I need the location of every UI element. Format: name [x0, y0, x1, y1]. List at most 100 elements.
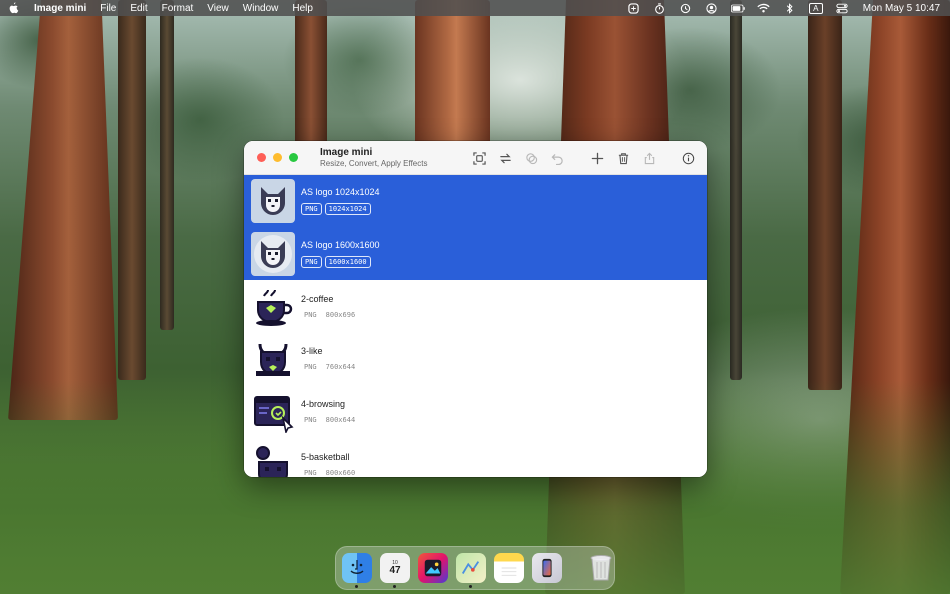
- effects-button[interactable]: [524, 151, 538, 165]
- image-badges: PNG 800x644: [301, 415, 358, 425]
- resize-icon: [472, 151, 486, 165]
- image-row[interactable]: 5-basketball PNG 800x660: [244, 438, 707, 477]
- image-info: 3-like PNG 760x644: [301, 346, 358, 372]
- window-title-block: Image mini Resize, Convert, Apply Effect…: [320, 147, 427, 169]
- image-info: 2-coffee PNG 800x696: [301, 294, 358, 320]
- minimize-window-button[interactable]: [273, 153, 282, 162]
- info-button[interactable]: [681, 151, 695, 165]
- effects-icon: [525, 152, 537, 164]
- finder-icon: [350, 560, 364, 574]
- image-info: AS logo 1600x1600 PNG 1600x1600: [301, 240, 380, 269]
- input-source-indicator[interactable]: A: [808, 2, 823, 14]
- image-row[interactable]: AS logo 1024x1024 PNG 1024x1024: [244, 175, 707, 228]
- image-list: AS logo 1024x1024 PNG 1024x1024 AS logo …: [244, 175, 707, 477]
- convert-icon: [499, 153, 511, 163]
- dock: 10 47: [335, 546, 615, 590]
- image-row[interactable]: 3-like PNG 760x644: [244, 333, 707, 386]
- menu-format[interactable]: Format: [162, 3, 194, 14]
- image-row[interactable]: AS logo 1600x1600 PNG 1600x1600: [244, 227, 707, 281]
- image-thumbnail: [251, 337, 295, 381]
- browsing-window-icon: [254, 396, 294, 434]
- menu-edit[interactable]: Edit: [130, 3, 147, 14]
- window-subtitle: Resize, Convert, Apply Effects: [320, 158, 428, 168]
- convert-button[interactable]: [498, 151, 512, 165]
- menu-window[interactable]: Window: [243, 3, 279, 14]
- control-center-icon[interactable]: [835, 2, 849, 14]
- maps-icon: [461, 561, 480, 574]
- close-window-button[interactable]: [257, 153, 266, 162]
- image-name: 4-browsing: [301, 399, 346, 410]
- image-row[interactable]: 2-coffee PNG 800x696: [244, 280, 707, 334]
- battery-icon[interactable]: [730, 2, 745, 14]
- dock-notes[interactable]: [494, 553, 524, 583]
- dock-trash[interactable]: [586, 553, 616, 583]
- window-controls: [257, 153, 298, 162]
- wallpaper-trunk: [808, 0, 842, 390]
- menu-bar: Image mini File Edit Format View Window …: [0, 0, 950, 16]
- delete-image-button[interactable]: [616, 151, 630, 165]
- running-indicator: [469, 585, 472, 588]
- dock-calendar[interactable]: 10 47: [380, 553, 410, 588]
- image-name: 2-coffee: [301, 293, 334, 304]
- dock-finder[interactable]: [342, 553, 372, 588]
- wifi-icon[interactable]: [757, 2, 771, 14]
- image-name: 5-basketball: [301, 451, 350, 462]
- menu-help[interactable]: Help: [292, 3, 313, 14]
- menu-view[interactable]: View: [207, 3, 229, 14]
- dock-maps[interactable]: [456, 553, 486, 588]
- image-badges: PNG 800x660: [301, 468, 358, 477]
- running-indicator: [393, 585, 396, 588]
- image-thumbnail: [251, 443, 295, 477]
- bluetooth-icon[interactable]: [783, 2, 797, 14]
- undo-button[interactable]: [550, 151, 564, 165]
- format-badge: PNG: [301, 203, 322, 216]
- image-thumbnail: [251, 285, 295, 329]
- format-badge: PNG: [304, 363, 317, 372]
- calendar-day: 47: [389, 565, 401, 576]
- dimensions-badge: 800x696: [325, 310, 356, 319]
- phone-icon: [542, 558, 552, 578]
- menu-app-name[interactable]: Image mini: [34, 3, 86, 14]
- image-thumbnail: [251, 390, 295, 434]
- image-badges: PNG 1600x1600: [301, 256, 380, 269]
- format-badge: PNG: [304, 468, 317, 477]
- running-indicator: [355, 585, 358, 588]
- user-account-icon[interactable]: [705, 2, 719, 14]
- window-title: Image mini: [320, 146, 373, 158]
- window-toolbar: [472, 141, 668, 175]
- like-character-icon: [256, 344, 290, 377]
- dock-iphone-mirroring[interactable]: [532, 553, 562, 583]
- wallpaper-trunk: [118, 0, 146, 380]
- image-name: AS logo 1600x1600: [301, 240, 380, 251]
- menu-file[interactable]: File: [100, 3, 116, 14]
- photo-app-icon: [424, 559, 442, 577]
- image-row[interactable]: 4-browsing PNG 800x644: [244, 385, 707, 439]
- notes-icon: [501, 567, 517, 576]
- wallpaper-trunk: [295, 0, 327, 150]
- dock-photo-app[interactable]: [418, 553, 448, 583]
- image-info: 5-basketball PNG 800x660: [301, 452, 358, 477]
- time-machine-icon[interactable]: [679, 2, 693, 14]
- image-badges: PNG 1024x1024: [301, 203, 380, 216]
- share-button[interactable]: [642, 151, 656, 165]
- dimensions-badge: 760x644: [325, 363, 356, 372]
- menu-clock[interactable]: Mon May 5 10:47: [863, 3, 940, 14]
- image-badges: PNG 760x644: [301, 362, 358, 372]
- image-badges: PNG 800x696: [301, 310, 358, 320]
- format-badge: PNG: [304, 310, 317, 319]
- app-status-icon[interactable]: [627, 2, 641, 14]
- apple-menu-icon[interactable]: [8, 2, 20, 14]
- resize-button[interactable]: [472, 151, 486, 165]
- trash-icon: [590, 555, 612, 581]
- dimensions-badge: 1600x1600: [324, 256, 371, 269]
- image-mini-window: Image mini Resize, Convert, Apply Effect…: [244, 141, 707, 477]
- share-icon: [644, 152, 654, 164]
- add-image-button[interactable]: [590, 151, 604, 165]
- timer-icon[interactable]: [653, 2, 667, 14]
- plus-icon: [591, 152, 603, 164]
- input-source-label: A: [808, 2, 823, 14]
- image-name: AS logo 1024x1024: [301, 187, 380, 198]
- window-titlebar: Image mini Resize, Convert, Apply Effect…: [244, 141, 707, 175]
- zoom-window-button[interactable]: [289, 153, 298, 162]
- image-info: AS logo 1024x1024 PNG 1024x1024: [301, 187, 380, 216]
